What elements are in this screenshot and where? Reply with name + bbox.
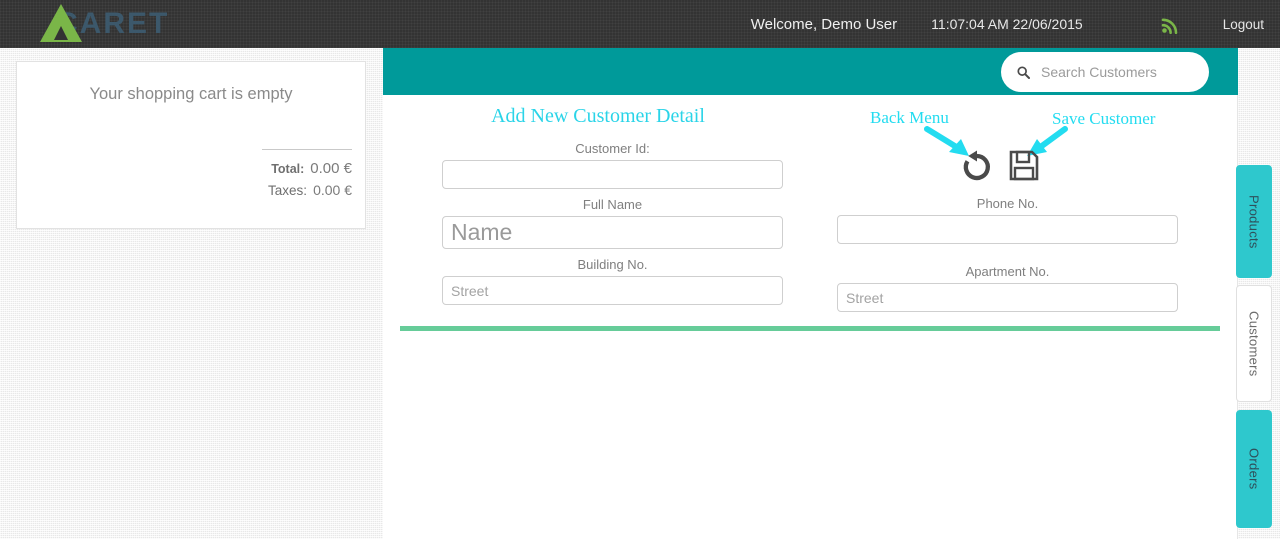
sidebar-tab-orders-label: Orders (1246, 448, 1262, 490)
search-input[interactable] (1039, 63, 1189, 81)
label-building-no: Building No. (577, 257, 648, 272)
logout-link[interactable]: Logout (1223, 17, 1264, 32)
field-customer-id: Customer Id: (442, 136, 783, 189)
cart-taxes-label: Taxes: (268, 183, 308, 198)
caret-mountain-notch-icon (54, 26, 68, 40)
search-box[interactable] (1001, 52, 1209, 92)
cart-total-label: Total: (271, 162, 305, 176)
sidebar-tab-products-label: Products (1246, 194, 1262, 249)
app-logo[interactable]: CARET (18, 2, 208, 46)
rss-icon[interactable] (1161, 14, 1181, 35)
search-toolbar (383, 48, 1238, 95)
welcome-message: Welcome, Demo User (750, 15, 898, 33)
cart-taxes-value: 0.00 € (313, 182, 352, 198)
right-column-spacer (837, 136, 1178, 191)
sidebar-tab-customers-label: Customers (1246, 310, 1262, 377)
annotation-back-menu: Back Menu (870, 108, 949, 127)
sidebar-tab-products[interactable]: Products (1236, 165, 1272, 278)
field-building-no: Building No. (442, 252, 783, 305)
top-header-bar: CARET Welcome, Demo User 11:07:04 AM 22/… (0, 0, 1280, 48)
cart-total-value: 0.00 € (310, 160, 352, 177)
shopping-cart-panel: Your shopping cart is empty Total: 0.00 €… (16, 61, 366, 229)
label-full-name: Full Name (582, 197, 643, 212)
input-apartment-no[interactable] (837, 283, 1178, 312)
field-apartment-no: Apartment No. (837, 259, 1178, 312)
input-customer-id[interactable] (442, 160, 783, 189)
form-column-left: Customer Id: Full Name Building No. (442, 136, 783, 308)
main-content-panel: Add New Customer Detail Back Menu Save C… (383, 48, 1238, 539)
cart-taxes-row: Taxes: 0.00 € (268, 180, 352, 201)
input-building-no[interactable] (442, 276, 783, 305)
cart-empty-message: Your shopping cart is empty (89, 85, 293, 103)
label-apartment-no: Apartment No. (965, 264, 1050, 279)
header-right-group: Welcome, Demo User 11:07:04 AM 22/06/201… (751, 0, 1280, 48)
label-phone-no: Phone No. (976, 196, 1039, 211)
cart-total-row: Total: 0.00 € (268, 158, 352, 180)
sidebar-tab-orders[interactable]: Orders (1236, 410, 1272, 528)
sidebar-tab-customers[interactable]: Customers (1236, 285, 1272, 402)
search-icon (1017, 65, 1030, 79)
form-column-right: Phone No. Apartment No. (837, 136, 1178, 315)
field-phone-no: Phone No. (837, 191, 1178, 244)
section-divider (400, 326, 1220, 331)
page-title: Add New Customer Detail (491, 105, 705, 127)
cart-totals: Total: 0.00 € Taxes: 0.00 € (268, 158, 352, 201)
label-customer-id: Customer Id: (575, 141, 650, 156)
input-phone-no[interactable] (837, 215, 1178, 244)
clock-datetime: 11:07:04 AM 22/06/2015 (931, 16, 1083, 32)
input-full-name[interactable] (442, 216, 783, 249)
cart-totals-divider (262, 149, 352, 150)
field-full-name: Full Name (442, 192, 783, 249)
